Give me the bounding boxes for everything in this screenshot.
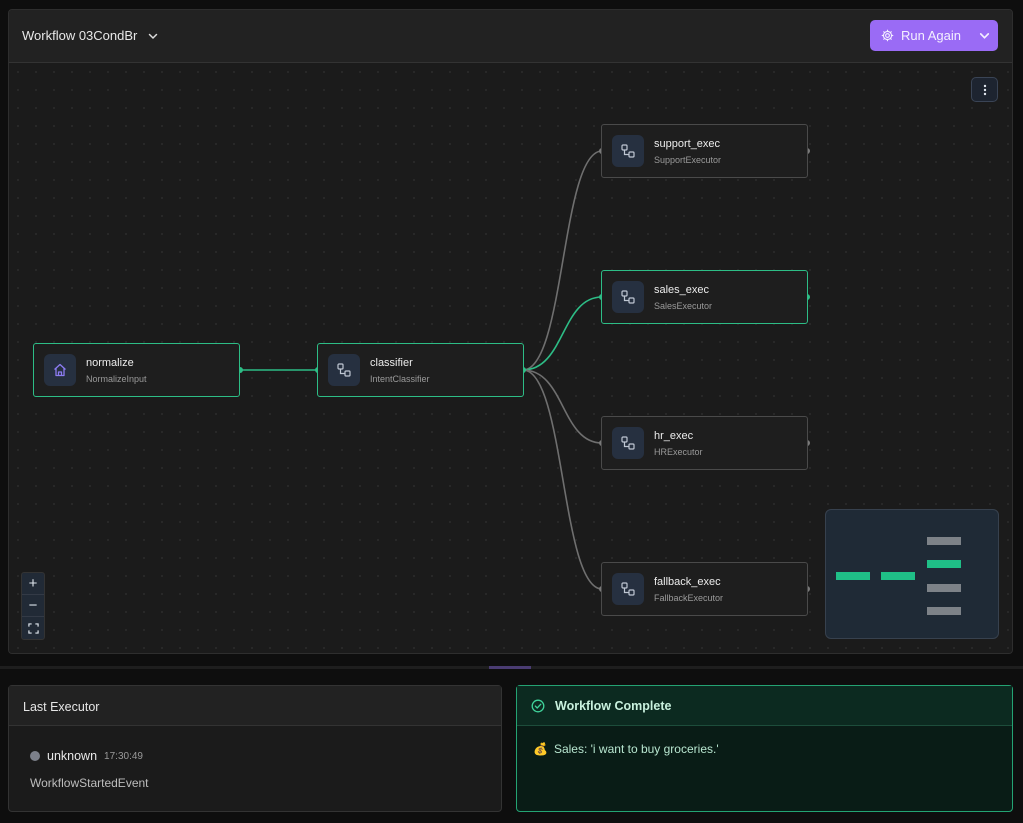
node-type: SalesExecutor [654, 301, 713, 311]
more-vertical-icon [983, 84, 986, 95]
zoom-in-button[interactable]: + [22, 573, 44, 595]
executor-icon [612, 573, 644, 605]
node-name: sales_exec [654, 284, 710, 296]
executor-name: unknown [47, 749, 98, 763]
node-fallback-exec[interactable]: fallback_exec FallbackExecutor [601, 562, 808, 616]
executor-icon [612, 281, 644, 313]
node-type: HRExecutor [654, 447, 703, 457]
gear-icon [881, 29, 894, 42]
minimap-node-sales [927, 560, 961, 568]
canvas-options-button[interactable] [971, 77, 998, 102]
node-type: SupportExecutor [654, 155, 722, 165]
workflow-complete-title: Workflow Complete [555, 698, 672, 713]
workflow-complete-panel: Workflow Complete 💰 Sales: 'i want to bu… [516, 685, 1013, 812]
run-options-dropdown[interactable] [970, 20, 998, 51]
workflow-complete-header: Workflow Complete [517, 686, 1012, 726]
node-hr-exec[interactable]: hr_exec HRExecutor [601, 416, 808, 470]
executor-timestamp: 17:30:49 [104, 750, 143, 762]
chevron-down-icon [149, 33, 158, 39]
node-type: NormalizeInput [86, 374, 147, 384]
workflow-result-message: Sales: 'i want to buy groceries.' [553, 742, 719, 756]
executor-event: WorkflowStartedEvent [30, 776, 149, 790]
node-type: IntentClassifier [370, 374, 430, 384]
panel-resize-divider[interactable] [0, 666, 1023, 669]
last-executor-title: Last Executor [9, 686, 501, 726]
money-bag-icon: 💰 [533, 742, 548, 756]
node-name: classifier [370, 357, 413, 369]
home-icon [44, 354, 76, 386]
edge-classifier-fallback [522, 369, 603, 590]
minimap-node-fallback [927, 607, 961, 615]
workflow-selector[interactable]: Workflow 03CondBr [22, 28, 159, 43]
edge-classifier-hr [522, 369, 603, 444]
last-executor-panel: Last Executor unknown 17:30:49 WorkflowS… [8, 685, 502, 812]
zoom-controls: + − [21, 572, 45, 640]
resize-handle[interactable] [489, 666, 531, 669]
executor-status-line: unknown 17:30:49 [30, 749, 143, 763]
chevron-down-icon [979, 33, 989, 39]
fit-view-button[interactable] [22, 617, 44, 639]
workflow-header: Workflow 03CondBr Run Again [9, 10, 1012, 63]
run-again-button[interactable]: Run Again [870, 20, 998, 51]
node-sales-exec[interactable]: sales_exec SalesExecutor [601, 270, 808, 324]
workflow-canvas[interactable]: normalize NormalizeInput classifier Inte… [9, 63, 1012, 653]
node-name: support_exec [654, 138, 721, 150]
fit-view-icon [27, 622, 39, 634]
executor-icon [612, 135, 644, 167]
check-circle-icon [531, 699, 545, 712]
minimap-node-support [927, 537, 961, 545]
node-name: normalize [86, 357, 134, 369]
node-support-exec[interactable]: support_exec SupportExecutor [601, 124, 808, 178]
minimap-node-normalize [836, 572, 870, 580]
node-name: fallback_exec [654, 576, 721, 588]
minimap-node-classifier [881, 572, 915, 580]
workflow-title: Workflow 03CondBr [22, 28, 138, 43]
node-classifier[interactable]: classifier IntentClassifier [317, 343, 524, 397]
executor-icon [328, 354, 360, 386]
edge-classifier-sales [522, 296, 603, 371]
minimap[interactable] [825, 509, 999, 639]
node-type: FallbackExecutor [654, 593, 724, 603]
node-normalize[interactable]: normalize NormalizeInput [33, 343, 240, 397]
workflow-panel: Workflow 03CondBr Run Again normalize No… [8, 9, 1013, 654]
executor-icon [612, 427, 644, 459]
zoom-out-button[interactable]: − [22, 595, 44, 617]
status-dot-icon [30, 751, 40, 761]
node-name: hr_exec [654, 430, 694, 442]
run-again-label: Run Again [901, 28, 961, 43]
workflow-result: 💰 Sales: 'i want to buy groceries.' [533, 742, 719, 756]
minimap-node-hr [927, 584, 961, 592]
edge-classifier-support [522, 150, 603, 371]
